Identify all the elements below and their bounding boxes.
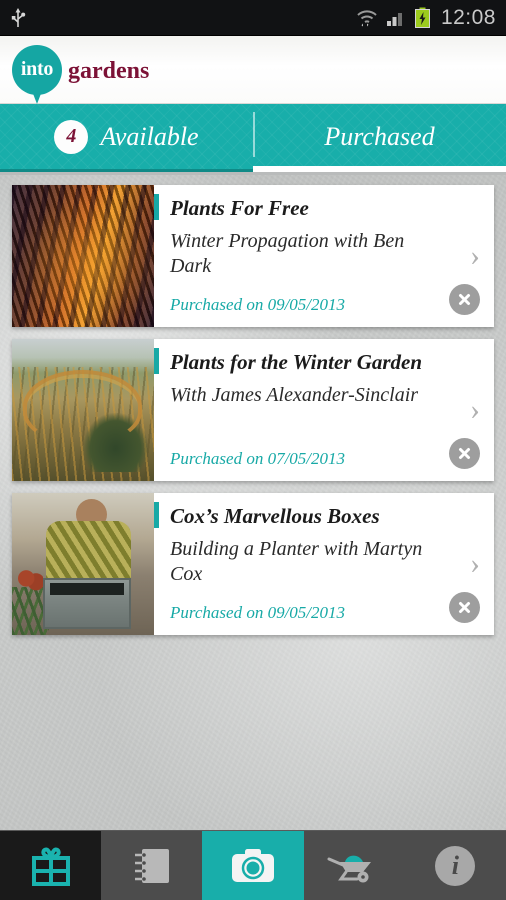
delete-button[interactable] bbox=[449, 592, 480, 623]
tab-bar: 4 Available Purchased bbox=[0, 104, 506, 172]
chevron-right-icon[interactable]: › bbox=[470, 241, 480, 271]
planter-build-thumbnail bbox=[12, 493, 154, 635]
accent-bar bbox=[154, 502, 159, 528]
tab-available-label: Available bbox=[100, 121, 199, 151]
nav-item-camera[interactable] bbox=[202, 831, 304, 900]
logo-into-text: into bbox=[20, 58, 54, 80]
app-root: 12:08 into gardens 4 Available Purchased bbox=[0, 0, 506, 900]
fern-frond-thumbnail bbox=[12, 185, 154, 327]
app-header: into gardens bbox=[0, 36, 506, 104]
status-bar-right: 12:08 bbox=[356, 6, 496, 30]
usb-icon bbox=[11, 7, 26, 27]
list-item[interactable]: Plants For Free Winter Propagation with … bbox=[12, 185, 494, 327]
gift-icon bbox=[31, 846, 70, 886]
close-icon bbox=[459, 448, 470, 459]
delete-button[interactable] bbox=[449, 284, 480, 315]
logo-gardens-text: gardens bbox=[68, 57, 150, 84]
available-count-badge: 4 bbox=[54, 119, 89, 154]
tab-purchased[interactable]: Purchased bbox=[253, 104, 506, 172]
chevron-right-icon[interactable]: › bbox=[470, 549, 480, 579]
list-item-title: Cox’s Marvellous Boxes bbox=[170, 504, 380, 528]
list-item-meta: Purchased on 09/05/2013 bbox=[170, 603, 346, 622]
list-item-body: Cox’s Marvellous Boxes Building a Plante… bbox=[154, 493, 494, 635]
list-item-body: Plants for the Winter Garden With James … bbox=[154, 339, 494, 481]
nav-item-info[interactable]: i bbox=[405, 831, 506, 900]
status-bar: 12:08 bbox=[0, 0, 506, 36]
list-item-subtitle: Winter Propagation with Ben Dark bbox=[170, 230, 405, 277]
accent-bar bbox=[154, 348, 159, 374]
camera-icon bbox=[232, 848, 274, 882]
list-item-body: Plants For Free Winter Propagation with … bbox=[154, 185, 494, 327]
list-item-subtitle: Building a Planter with Martyn Cox bbox=[170, 538, 423, 585]
delete-button[interactable] bbox=[449, 438, 480, 469]
purchased-list: Plants For Free Winter Propagation with … bbox=[0, 175, 506, 830]
list-item-meta: Purchased on 07/05/2013 bbox=[170, 449, 346, 468]
status-bar-clock: 12:08 bbox=[440, 5, 496, 29]
list-item-meta: Purchased on 09/05/2013 bbox=[170, 295, 346, 314]
app-logo: into gardens bbox=[12, 44, 150, 104]
close-icon bbox=[459, 602, 470, 613]
list-item[interactable]: Plants for the Winter Garden With James … bbox=[12, 339, 494, 481]
status-bar-left bbox=[10, 7, 26, 29]
signal-icon bbox=[386, 12, 402, 26]
close-icon bbox=[459, 294, 470, 305]
chevron-right-icon[interactable]: › bbox=[470, 395, 480, 425]
nav-item-wheelbarrow[interactable] bbox=[304, 831, 405, 900]
list-item-subtitle: With James Alexander-Sinclair bbox=[170, 384, 419, 407]
accent-bar bbox=[154, 194, 159, 220]
logo-pin-icon: into bbox=[12, 44, 62, 104]
tab-available[interactable]: 4 Available bbox=[0, 104, 253, 169]
notebook-icon bbox=[134, 848, 169, 883]
wifi-icon bbox=[357, 9, 377, 26]
list-item-title: Plants for the Winter Garden bbox=[170, 350, 423, 374]
tab-purchased-label: Purchased bbox=[324, 121, 435, 151]
bottom-navigation: i bbox=[0, 830, 506, 900]
nav-item-notebook[interactable] bbox=[101, 831, 202, 900]
wheelbarrow-icon bbox=[327, 855, 372, 882]
list-item-title: Plants For Free bbox=[170, 196, 309, 220]
battery-charging-icon bbox=[414, 7, 430, 28]
nav-item-gift[interactable] bbox=[0, 831, 102, 900]
winter-garden-thumbnail bbox=[12, 339, 154, 481]
list-item[interactable]: Cox’s Marvellous Boxes Building a Plante… bbox=[12, 493, 494, 635]
info-icon: i bbox=[435, 845, 476, 886]
